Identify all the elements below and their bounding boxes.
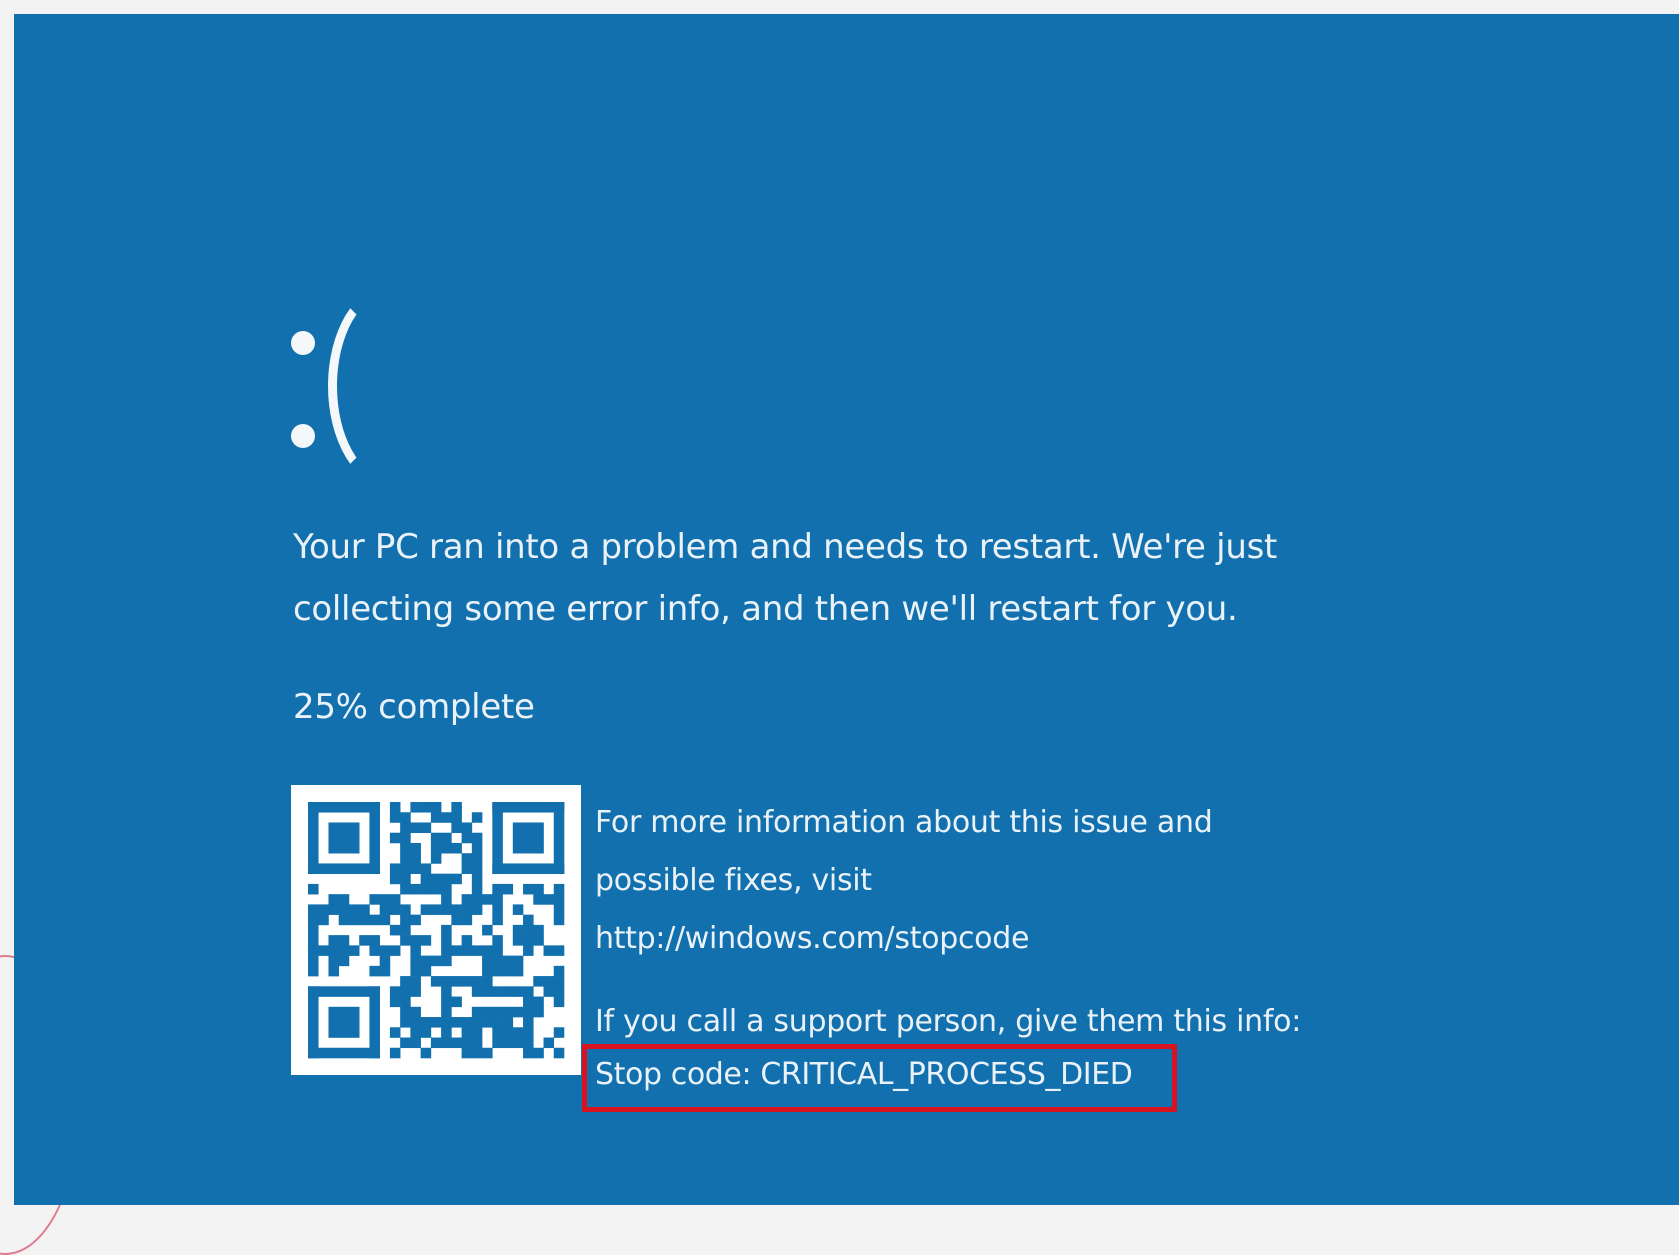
progress-text: 25% complete: [293, 687, 535, 727]
sad-face-dot-top: [291, 331, 315, 355]
error-message: Your PC ran into a problem and needs to …: [293, 516, 1393, 640]
more-info-line-1: For more information about this issue an…: [595, 805, 1213, 840]
sad-face-emoticon: [291, 266, 431, 496]
error-message-line-1: Your PC ran into a problem and needs to …: [293, 527, 1278, 567]
more-info-text: For more information about this issue an…: [595, 794, 1415, 968]
sad-face-mouth: [328, 286, 448, 486]
support-info-text: If you call a support person, give them …: [595, 1004, 1301, 1039]
qr-code-icon: [291, 785, 581, 1075]
stopcode-url: http://windows.com/stopcode: [595, 921, 1030, 956]
more-info-line-2: possible fixes, visit: [595, 863, 872, 898]
stop-code-text: Stop code: CRITICAL_PROCESS_DIED: [595, 1057, 1133, 1092]
sad-face-dot-bottom: [291, 424, 315, 448]
error-message-line-2: collecting some error info, and then we'…: [293, 589, 1238, 629]
blue-screen: Your PC ran into a problem and needs to …: [14, 14, 1679, 1205]
